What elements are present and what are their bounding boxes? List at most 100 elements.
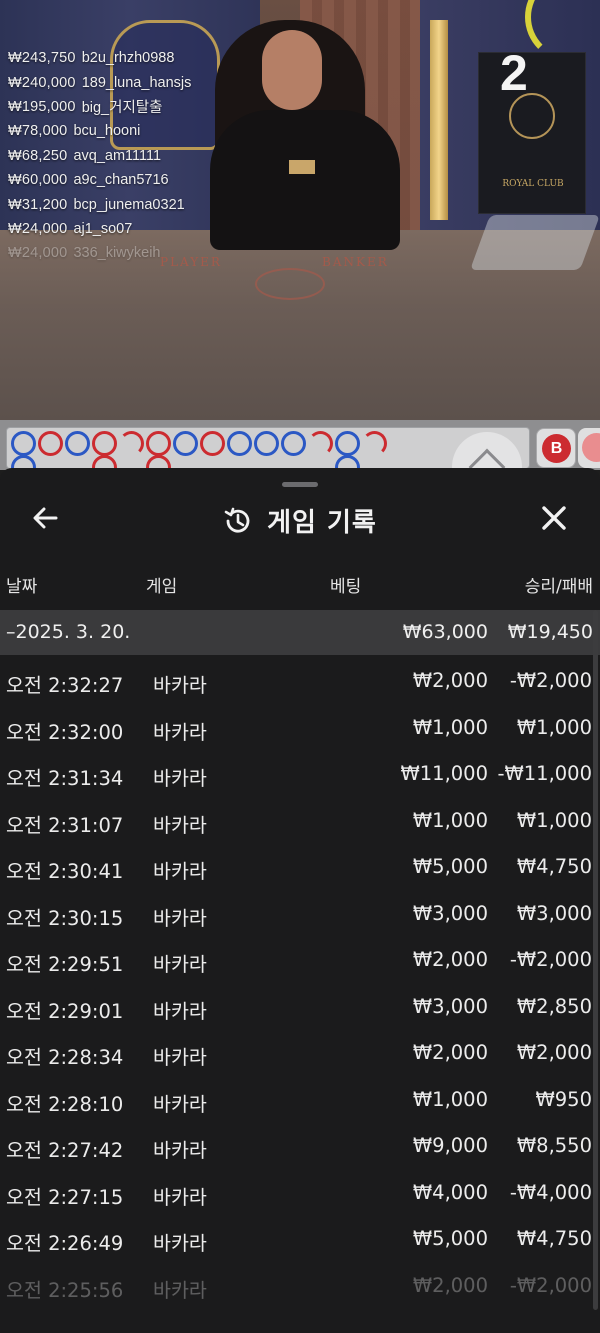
history-row[interactable]: 오전 2:28:34 바카라 ₩2,000 ₩2,000 (0, 1032, 600, 1079)
player-pip (65, 431, 90, 456)
dealer-name-badge (289, 160, 315, 174)
history-row[interactable]: 오전 2:32:00 바카라 ₩1,000 ₩1,000 (0, 707, 600, 754)
column-header-bet: 베팅 (330, 577, 362, 597)
feed-item: ₩24,000 336_kiwykeih (8, 241, 191, 265)
dealer-body (210, 110, 400, 250)
history-time: 오전 2:32:00 (6, 720, 124, 744)
history-row[interactable]: 오전 2:28:10 바카라 ₩1,000 ₩950 (0, 1079, 600, 1126)
history-bet: ₩2,000 (412, 669, 488, 692)
feed-username: 336_kiwykeih (73, 245, 161, 262)
player-pip (281, 431, 306, 456)
feed-item: ₩60,000 a9c_chan5716 (8, 168, 191, 192)
history-game: 바카라 (153, 1278, 207, 1302)
date-group-label: –2025. 3. 20. (6, 621, 131, 643)
feed-item: ₩24,000 aj1_so07 (8, 217, 191, 241)
history-time: 오전 2:32:27 (6, 674, 124, 697)
history-bet: ₩5,000 (412, 855, 488, 878)
column-header-game: 게임 (146, 577, 178, 597)
history-row[interactable]: 오전 2:27:42 바카라 ₩9,000 ₩8,550 (0, 1125, 600, 1172)
history-time: 오전 2:31:34 (6, 767, 124, 790)
history-result: ₩8,550 (516, 1134, 592, 1157)
dealer-face (262, 30, 322, 110)
card-shoe (469, 215, 600, 270)
close-icon (542, 506, 566, 530)
history-time: 오전 2:27:42 (6, 1139, 124, 1162)
history-game: 바카라 (153, 720, 207, 744)
date-group-row[interactable]: –2025. 3. 20. ₩63,000 ₩19,450 (0, 610, 600, 655)
history-result: ₩950 (535, 1087, 592, 1111)
gold-pillar (430, 20, 448, 220)
banker-road-button[interactable]: B (536, 428, 576, 468)
history-clock-icon (224, 507, 250, 533)
history-row[interactable]: 오전 2:30:15 바카라 ₩3,000 ₩3,000 (0, 893, 600, 940)
history-time: 오전 2:30:41 (6, 860, 124, 883)
history-row[interactable]: 오전 2:32:27 바카라 ₩2,000 -₩2,000 (0, 660, 600, 707)
history-result: ₩2,000 (516, 1041, 592, 1064)
history-game: 바카라 (153, 1232, 207, 1255)
player-road-button[interactable] (578, 428, 600, 468)
history-bet: ₩3,000 (412, 901, 488, 925)
feed-item: ₩68,250 avq_am11111 (8, 144, 191, 168)
table-header: 날짜 게임 베팅 승리/패배 (0, 572, 600, 598)
history-time: 오전 2:29:01 (6, 999, 124, 1023)
column-header-result: 승리/패배 (524, 577, 593, 597)
history-row[interactable]: 오전 2:29:01 바카라 ₩3,000 ₩2,850 (0, 986, 600, 1033)
feed-item: ₩78,000 bcu_hooni (8, 119, 191, 143)
feed-amount: ₩24,000 (8, 220, 68, 237)
history-list: 오전 2:32:27 바카라 ₩2,000 -₩2,000 오전 2:32:00 바카라 ₩… (0, 660, 600, 1311)
date-group-bet-total: ₩63,000 (402, 621, 488, 643)
banker-pip (200, 431, 225, 456)
history-time: 오전 2:25:56 (6, 1278, 124, 1302)
history-game: 바카라 (153, 860, 207, 883)
banker-pip (362, 431, 387, 456)
history-row[interactable]: 오전 2:30:41 바카라 ₩5,000 ₩4,750 (0, 846, 600, 893)
history-result: -₩2,000 (509, 669, 592, 692)
history-result: -₩2,000 (509, 948, 592, 971)
sheet-drag-handle[interactable] (282, 482, 318, 487)
sheet-header: 게임 기록 (0, 490, 600, 546)
history-result: ₩1,000 (516, 808, 592, 832)
history-row[interactable]: 오전 2:31:07 바카라 ₩1,000 ₩1,000 (0, 800, 600, 847)
feed-item: ₩195,000 big_거지탈출 (8, 95, 191, 119)
road-row (11, 431, 387, 456)
history-row[interactable]: 오전 2:26:49 바카라 ₩5,000 ₩4,750 (0, 1218, 600, 1265)
history-bet: ₩11,000 (400, 762, 488, 785)
card-display-box: ROYAL CLUB (478, 52, 586, 214)
table-logo (255, 268, 325, 300)
feed-username: b2u_rhzh0988 (81, 50, 175, 67)
history-game: 바카라 (153, 813, 207, 837)
history-bet: ₩1,000 (412, 808, 488, 832)
history-bet: ₩2,000 (412, 1273, 488, 1297)
banker-pip (119, 431, 144, 456)
history-bet: ₩2,000 (412, 1041, 488, 1064)
banker-pip (38, 431, 63, 456)
feed-username: bcu_hooni (73, 123, 141, 140)
winners-feed: ₩243,750 b2u_rhzh0988 ₩240,000 189_luna_han… (8, 46, 191, 266)
history-time: 오전 2:30:15 (6, 906, 124, 930)
history-bet: ₩4,000 (412, 1180, 488, 1204)
history-result: ₩4,750 (516, 855, 592, 878)
feed-amount: ₩60,000 (8, 172, 68, 189)
history-result: -₩4,000 (509, 1180, 592, 1204)
history-time: 오전 2:28:10 (6, 1092, 124, 1116)
history-row[interactable]: 오전 2:31:34 바카라 ₩11,000 -₩11,000 (0, 753, 600, 800)
feed-amount: ₩240,000 (8, 74, 76, 91)
feed-amount: ₩78,000 (8, 123, 68, 140)
history-game: 바카라 (153, 906, 207, 930)
history-game: 바카라 (153, 953, 207, 976)
feed-amount: ₩31,200 (8, 196, 68, 213)
feed-item: ₩31,200 bcp_junema0321 (8, 192, 191, 216)
feed-username: bcp_junema0321 (73, 196, 185, 213)
history-game: 바카라 (153, 1046, 207, 1069)
card-box-title: ROYAL CLUB (502, 179, 564, 189)
feed-item: ₩240,000 189_luna_hansjs (8, 70, 191, 94)
history-result: -₩11,000 (497, 762, 592, 785)
feed-amount: ₩195,000 (8, 98, 76, 115)
scrollbar[interactable] (593, 610, 598, 1310)
history-row[interactable]: 오전 2:25:56 바카라 ₩2,000 -₩2,000 (0, 1265, 600, 1312)
history-row[interactable]: 오전 2:29:51 바카라 ₩2,000 -₩2,000 (0, 939, 600, 986)
history-time: 오전 2:28:34 (6, 1046, 124, 1069)
history-row[interactable]: 오전 2:27:15 바카라 ₩4,000 -₩4,000 (0, 1172, 600, 1219)
live-video-stream: PLAYER BANKER ROYAL CLUB 2 ₩243,750 b2u_r… (0, 0, 600, 420)
close-button[interactable] (538, 502, 570, 534)
